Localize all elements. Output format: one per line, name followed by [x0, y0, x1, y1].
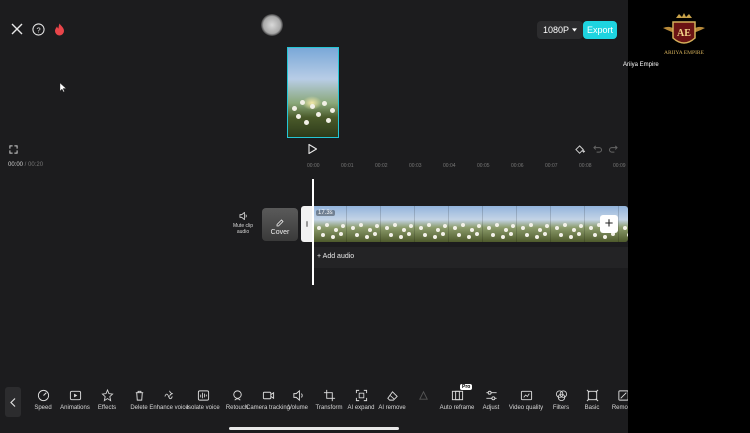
- export-button[interactable]: Export: [583, 21, 617, 39]
- editor-app: ? 1080P Export 00:00 / 00:20 00:00 00:01…: [0, 0, 628, 433]
- hot-button[interactable]: [50, 20, 68, 38]
- remove-icon: [617, 390, 628, 401]
- keyframe-button[interactable]: [574, 144, 586, 155]
- resolution-label: 1080P: [543, 25, 570, 35]
- camera-indicator: [261, 14, 283, 36]
- ai-remove-icon: [386, 391, 398, 401]
- cover-label: Cover: [270, 229, 290, 236]
- clip-frame-thumbnail: [551, 206, 585, 242]
- ariiya-empire-logo: AE ARIIYA EMPIRE: [651, 12, 717, 58]
- tool-ai-remove[interactable]: AI remove: [366, 389, 418, 412]
- disabled-tool-icon: [418, 390, 428, 400]
- ruler-tick: 00:03: [409, 163, 422, 169]
- home-indicator[interactable]: [229, 427, 399, 430]
- clip-frame-thumbnail: [415, 206, 449, 242]
- clip-frame-thumbnail: [381, 206, 415, 242]
- speed-icon: [37, 389, 49, 402]
- pro-badge: Pro: [460, 384, 473, 390]
- keyframe-icon: [574, 144, 585, 154]
- svg-text:?: ?: [36, 25, 40, 34]
- ruler-tick: 00:00: [307, 163, 320, 169]
- undo-button[interactable]: [592, 144, 602, 154]
- close-icon: [11, 23, 23, 35]
- ruler-tick: 00:01: [341, 163, 354, 169]
- transform-icon: [323, 389, 335, 402]
- edit-pencil-icon: [276, 219, 284, 227]
- help-icon: ?: [31, 22, 45, 36]
- clip-frame-thumbnail: [483, 206, 517, 242]
- resolution-dropdown[interactable]: 1080P: [537, 21, 584, 39]
- play-icon: [307, 144, 317, 154]
- logo-monogram: AE: [677, 28, 691, 39]
- redo-button[interactable]: [608, 144, 618, 154]
- total-time: 00:20: [28, 162, 44, 168]
- playhead[interactable]: [312, 179, 314, 285]
- ruler-tick: 00:09: [613, 163, 626, 169]
- ruler-tick: 00:07: [545, 163, 558, 169]
- clip-duration: 17.3s: [316, 210, 335, 216]
- tool-disabled: [413, 389, 433, 405]
- export-label: Export: [586, 25, 613, 35]
- add-clip-button[interactable]: +: [600, 215, 618, 233]
- flame-icon: [54, 23, 64, 35]
- video-preview[interactable]: [287, 47, 339, 138]
- animations-icon: [69, 390, 81, 401]
- help-button[interactable]: ?: [29, 20, 47, 38]
- timecode: 00:00 / 00:20: [8, 162, 43, 168]
- add-audio-button[interactable]: + Add audio: [317, 253, 354, 260]
- close-button[interactable]: [8, 20, 26, 38]
- clip-frame-thumbnail: [449, 206, 483, 242]
- adjust-icon: [485, 390, 497, 401]
- clip-frame-thumbnail: [517, 206, 551, 242]
- play-button[interactable]: [305, 142, 319, 156]
- ruler-tick: 00:08: [579, 163, 592, 169]
- cover-button[interactable]: Cover: [262, 208, 298, 241]
- tool-label: Remove: [611, 405, 628, 411]
- tool-remove[interactable]: Remove: [597, 389, 628, 412]
- tool-label: AI remove: [378, 405, 406, 411]
- speaker-icon: [239, 212, 247, 220]
- effects-icon: [100, 389, 114, 402]
- plus-icon: +: [604, 215, 614, 232]
- ruler-tick: 00:04: [443, 163, 456, 169]
- ruler-tick: 00:02: [375, 163, 388, 169]
- redo-icon: [608, 145, 618, 153]
- caret-down-icon: [572, 28, 578, 32]
- fullscreen-button[interactable]: [8, 144, 18, 154]
- isolate-voice-icon: [197, 390, 209, 401]
- bottom-toolbar: Speed Animations Effects Delete Enhance voic…: [0, 382, 628, 422]
- ruler-tick: 00:05: [477, 163, 490, 169]
- auto-reframe-icon: [451, 390, 463, 401]
- mute-clip-audio-button[interactable]: Mute clip audio: [228, 212, 258, 235]
- enhance-voice-icon: [163, 390, 173, 400]
- video-clip[interactable]: [301, 206, 628, 242]
- ruler-tick: 00:06: [511, 163, 524, 169]
- current-time: 00:00: [8, 162, 24, 168]
- undo-icon: [592, 145, 602, 153]
- clip-frame-thumbnail: [619, 206, 628, 242]
- audio-track[interactable]: [313, 247, 628, 268]
- participant-name: Ariiya Empire: [623, 62, 659, 68]
- video-quality-icon: [520, 390, 532, 401]
- logo-text: ARIIYA EMPIRE: [664, 50, 705, 56]
- mute-clip-audio-label: Mute clip audio: [232, 223, 253, 235]
- clip-frame-thumbnail: [347, 206, 381, 242]
- fullscreen-icon: [8, 144, 18, 154]
